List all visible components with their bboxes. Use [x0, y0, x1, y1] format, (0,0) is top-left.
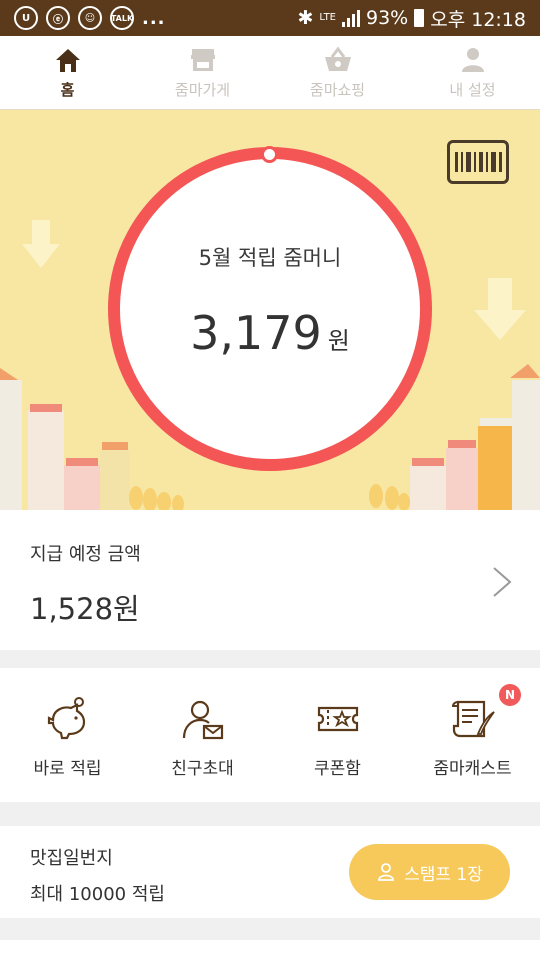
store-icon [190, 49, 215, 71]
monthly-savings-hero: 5월 적립 줌머니 3,179 원 [0, 110, 540, 510]
battery-icon [414, 9, 425, 27]
chevron-right-icon [493, 567, 512, 597]
app-notification-icon: ⓔ [46, 6, 70, 30]
hero-amount-value: 3,179 [190, 306, 322, 360]
home-icon [55, 49, 80, 72]
tab-label: 줌마가게 [174, 81, 231, 99]
network-type: LTE [319, 12, 336, 23]
coupon-icon [317, 706, 358, 732]
pending-amount: 1,528원 [30, 592, 140, 626]
basket-icon [324, 46, 351, 71]
piggy-bank-icon [47, 697, 85, 740]
quick-coupon-box[interactable]: 쿠폰함 [270, 668, 405, 802]
bluetooth-icon: ✱ [297, 7, 314, 29]
signal-icon [342, 9, 360, 27]
invite-friend-icon [182, 700, 223, 740]
next-card-edge [0, 940, 540, 960]
system-status: ✱ LTE 93% 오후 12:18 [297, 5, 526, 32]
quick-label: 줌마캐스트 [433, 759, 512, 779]
progress-ring-knob [261, 146, 278, 163]
more-notifications: ... [142, 7, 166, 29]
person-icon [461, 48, 484, 72]
notification-icons: U ⓔ ☺ TALK ... [14, 6, 166, 30]
battery-percent: 93% [366, 7, 409, 29]
quick-menu: 바로 적립 친구초대 쿠폰함 줌마캐스트 N [0, 668, 540, 802]
tab-my-settings[interactable]: 내 설정 [405, 36, 540, 109]
scroll-quill-icon [451, 700, 495, 738]
store-reward-description: 최대 10000 적립 [30, 884, 165, 905]
store-name: 맛집일번지 [30, 848, 113, 869]
store-card[interactable]: 맛집일번지 최대 10000 적립 스탬프 1장 [0, 826, 540, 918]
app-notification-icon: U [14, 6, 38, 30]
top-tab-bar: 홈 줌마가게 줌마쇼핑 내 설정 [0, 36, 540, 110]
kakaotalk-icon: TALK [110, 6, 134, 30]
stamp-button[interactable]: 스탬프 1장 [349, 844, 510, 900]
tab-shopping[interactable]: 줌마쇼핑 [270, 36, 405, 109]
quick-instant-save[interactable]: 바로 적립 [0, 668, 135, 802]
status-bar: U ⓔ ☺ TALK ... ✱ LTE 93% 오후 12:18 [0, 0, 540, 36]
quick-label: 친구초대 [171, 759, 234, 779]
barcode-icon [454, 152, 502, 172]
hero-amount-unit: 원 [327, 327, 350, 355]
tab-home[interactable]: 홈 [0, 36, 135, 109]
pending-title: 지급 예정 금액 [30, 544, 141, 565]
person-outline-icon [378, 863, 395, 881]
new-badge: N [499, 684, 521, 706]
hero-amount: 3,179 원 [108, 306, 432, 360]
app-notification-icon: ☺ [78, 6, 102, 30]
tab-label: 내 설정 [449, 81, 496, 99]
tab-label: 줌마쇼핑 [309, 81, 366, 99]
quick-zumma-cast[interactable]: 줌마캐스트 N [405, 668, 540, 802]
barcode-button[interactable] [447, 140, 509, 184]
clock: 오후 12:18 [430, 8, 526, 31]
tab-label: 홈 [60, 81, 75, 99]
tab-store[interactable]: 줌마가게 [135, 36, 270, 109]
stamp-button-label: 스탬프 1장 [404, 864, 483, 885]
hero-title: 5월 적립 줌머니 [198, 246, 342, 270]
quick-label: 쿠폰함 [314, 759, 361, 779]
pending-payment-card[interactable]: 지급 예정 금액 1,528원 [0, 510, 540, 650]
quick-invite-friend[interactable]: 친구초대 [135, 668, 270, 802]
quick-label: 바로 적립 [33, 759, 102, 779]
